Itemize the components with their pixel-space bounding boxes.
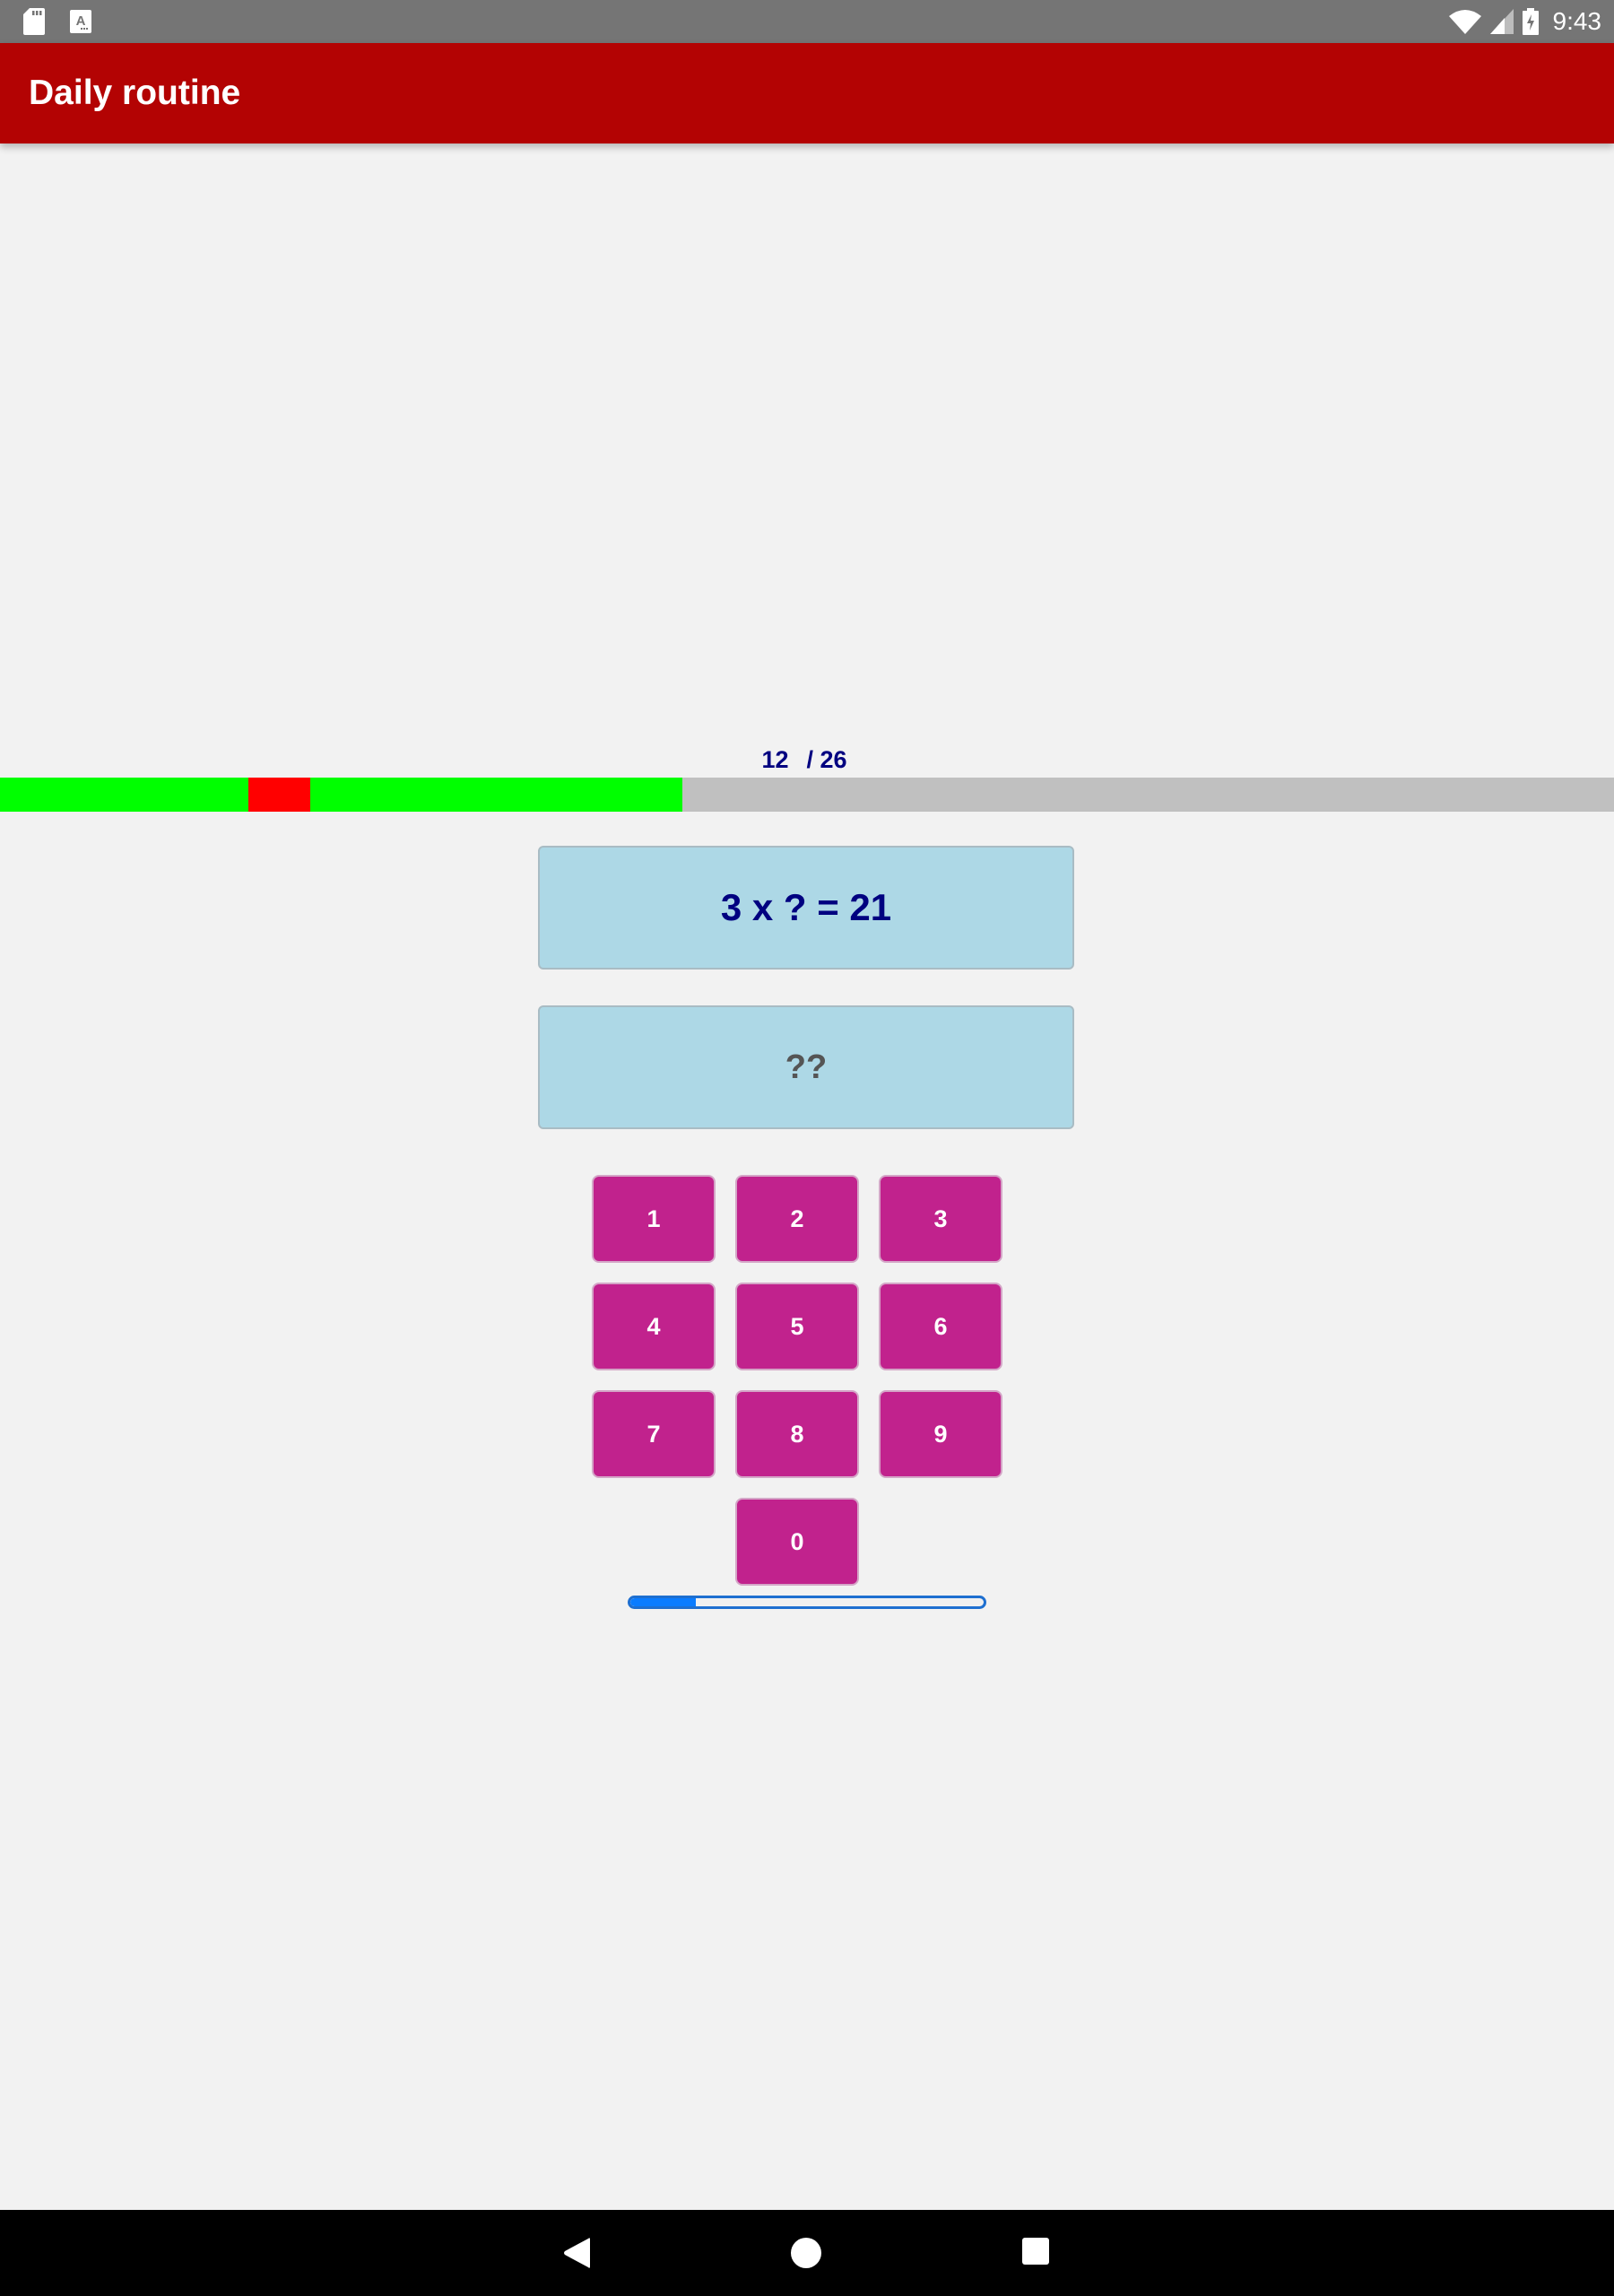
key-label: 4 [646, 1312, 661, 1340]
key-1[interactable]: 1 [592, 1175, 716, 1263]
key-label: 2 [790, 1205, 804, 1232]
progress-segment-correct [186, 778, 248, 812]
navigation-bar [0, 2210, 1614, 2296]
progress-segment-correct [558, 778, 621, 812]
recents-icon[interactable] [1021, 2237, 1050, 2266]
question-card: 3 x ? = 21 [538, 846, 1074, 970]
progress-segment-correct [620, 778, 683, 812]
home-icon[interactable] [790, 2237, 822, 2269]
wifi-icon [1448, 10, 1481, 34]
back-icon[interactable] [563, 2237, 590, 2269]
question-text: 3 x ? = 21 [720, 886, 892, 928]
current-question-number: 12 [761, 746, 789, 773]
progress-segment-correct [310, 778, 373, 812]
keyboard-a-icon: A [70, 10, 91, 33]
key-label: 7 [646, 1420, 661, 1448]
key-label: 9 [933, 1420, 948, 1448]
key-label: 0 [790, 1527, 804, 1555]
key-4[interactable]: 4 [592, 1283, 716, 1370]
key-9[interactable]: 9 [879, 1390, 1002, 1478]
key-0[interactable]: 0 [735, 1498, 859, 1586]
svg-text:A: A [76, 13, 86, 29]
status-bar: A 9:43 [0, 0, 1614, 43]
answer-field: ?? [538, 1005, 1074, 1129]
key-2[interactable]: 2 [735, 1175, 859, 1263]
app-title: Daily routine [29, 74, 241, 112]
key-6[interactable]: 6 [879, 1283, 1002, 1370]
key-7[interactable]: 7 [592, 1390, 716, 1478]
total-questions: / 26 [806, 746, 847, 773]
key-label: 6 [933, 1312, 948, 1340]
clock: 9:43 [1552, 7, 1602, 35]
progress-segment-correct [372, 778, 435, 812]
key-3[interactable]: 3 [879, 1175, 1002, 1263]
key-label: 3 [933, 1205, 948, 1232]
countdown-timer-bar [628, 1596, 986, 1609]
progress-segment-correct [62, 778, 125, 812]
progress-segment-correct [124, 778, 187, 812]
progress-segment-correct [0, 778, 63, 812]
progress-segment-correct [434, 778, 497, 812]
cell-signal-icon [1489, 9, 1514, 34]
key-8[interactable]: 8 [735, 1390, 859, 1478]
sd-card-icon [23, 8, 45, 35]
key-label: 5 [790, 1312, 804, 1340]
key-label: 8 [790, 1420, 804, 1448]
question-counter: 12 / 26 [0, 746, 1614, 774]
timer-fill [630, 1598, 696, 1606]
progress-segment-wrong [247, 778, 311, 812]
answer-text: ?? [785, 1048, 828, 1086]
app-bar: Daily routine [0, 43, 1614, 144]
battery-charging-icon [1522, 8, 1539, 35]
progress-segment-correct [496, 778, 559, 812]
key-label: 1 [646, 1205, 661, 1232]
key-5[interactable]: 5 [735, 1283, 859, 1370]
quiz-progress-bar [0, 778, 1614, 812]
